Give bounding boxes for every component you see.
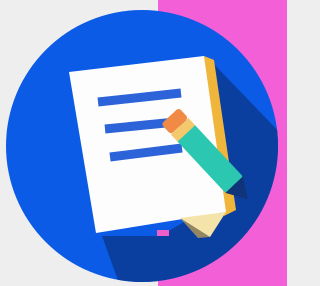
edit-document-illustration bbox=[6, 10, 278, 282]
pink-accent bbox=[157, 230, 169, 236]
icon-canvas bbox=[0, 0, 287, 286]
